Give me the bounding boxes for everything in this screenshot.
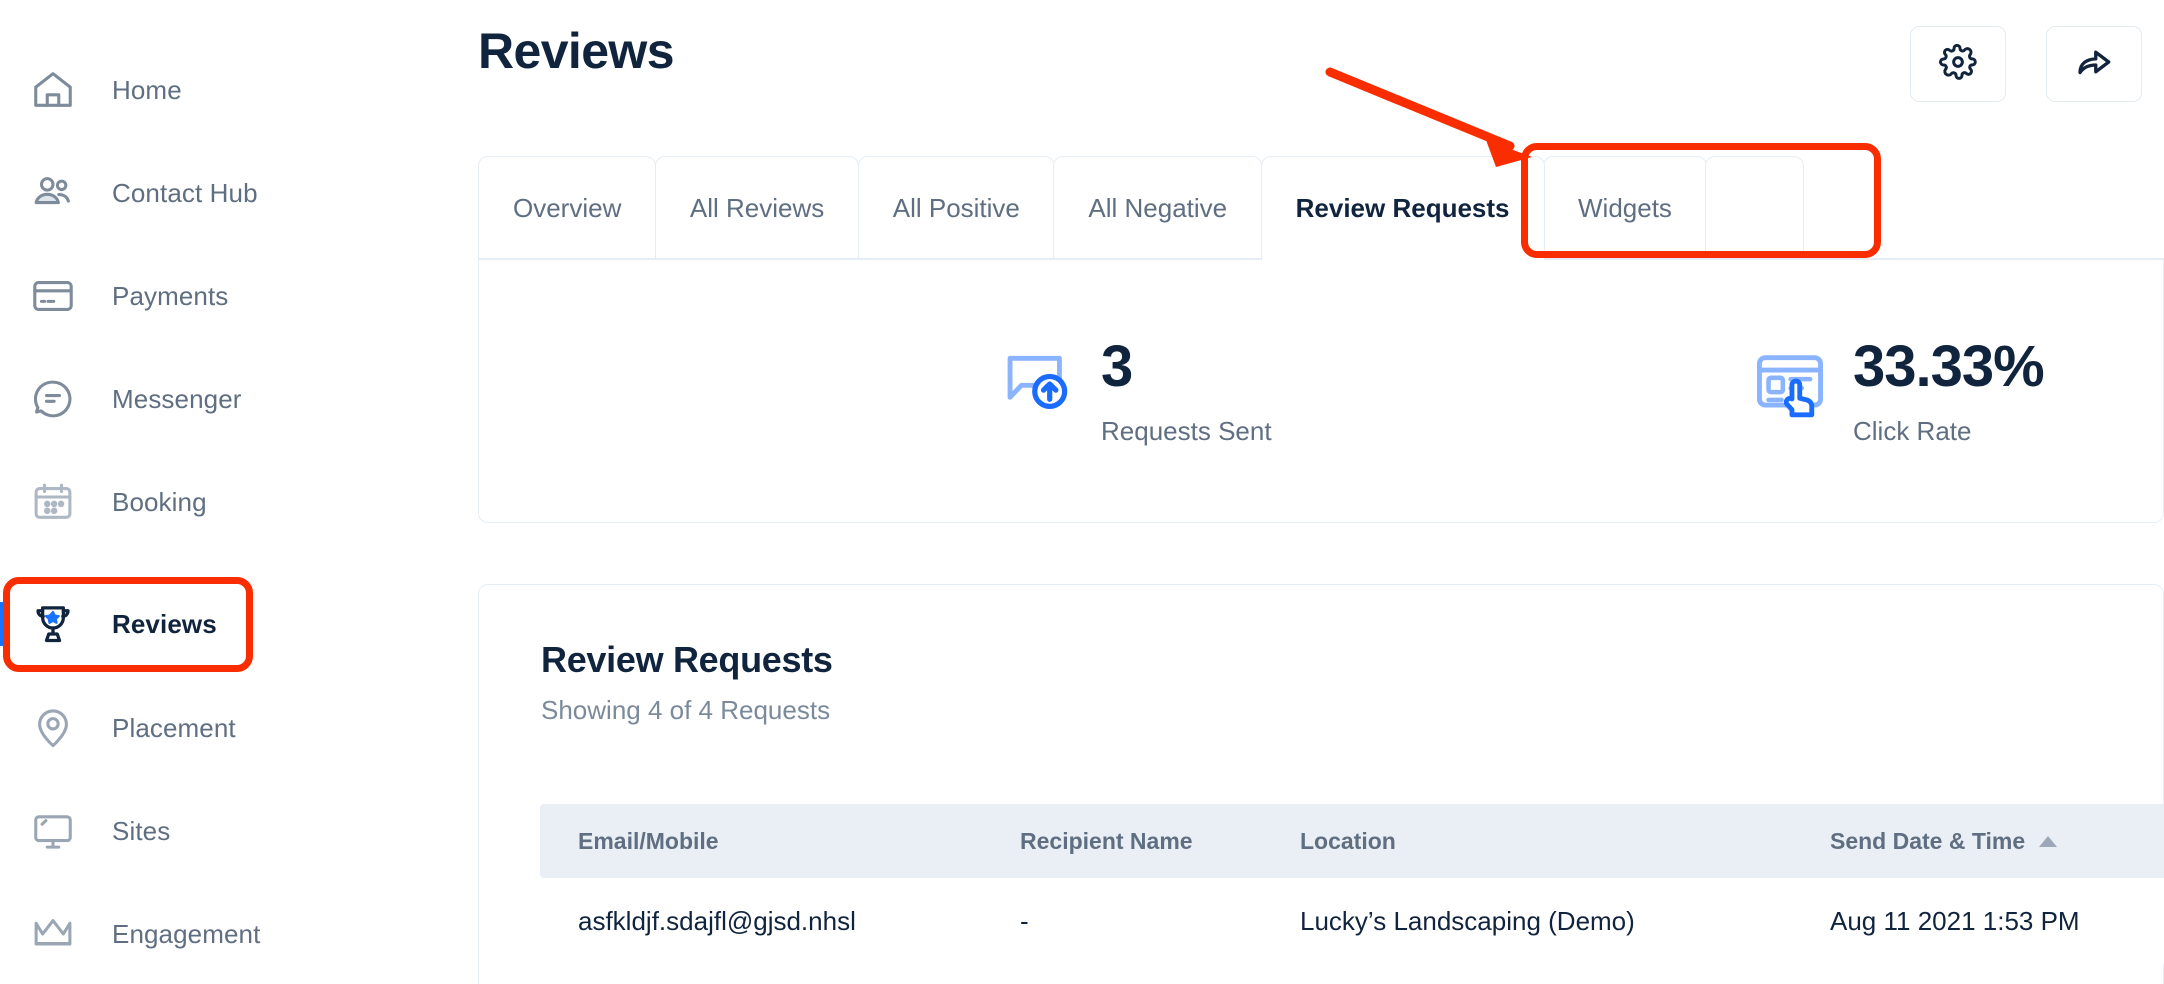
monitor-icon [22,800,84,862]
tab-overview[interactable]: Overview [478,156,657,260]
tab-all-negative[interactable]: All Negative [1053,156,1263,260]
stats-card: 3 Requests Sent 33.33% Click Rate [478,260,2164,523]
contacts-icon [22,162,84,224]
settings-button[interactable] [1910,26,2006,102]
table-row[interactable]: asfkldjf.sdajfl@gjsd.nhsl - Lucky’s Land… [540,878,2164,964]
sidebar-item-reviews[interactable]: Reviews [0,588,476,660]
column-header-email-mobile[interactable]: Email/Mobile [540,828,1020,855]
requests-subheading: Showing 4 of 4 Requests [541,695,831,725]
sidebar-item-label: Booking [112,486,207,517]
stat-label: Click Rate [1853,416,1972,446]
stat-click-rate: 33.33% Click Rate [1751,334,2045,447]
tab-label: All Negative [1088,193,1228,223]
sidebar: Home Contact Hub Payments Messenger Book [0,0,476,984]
stat-value: 33.33% [1853,334,2045,399]
column-header-recipient-name[interactable]: Recipient Name [1020,828,1300,855]
active-indicator-bar [0,602,8,646]
sidebar-item-placement[interactable]: Placement [0,692,476,764]
sidebar-item-booking[interactable]: Booking [0,466,476,538]
cell-send-date-time: Aug 11 2021 1:53 PM [1830,905,2080,936]
tab-label: Review Requests [1295,193,1510,223]
sidebar-item-label: Messenger [112,383,242,414]
message-send-icon [999,344,1077,422]
click-page-icon [1751,344,1829,422]
tab-widgets[interactable]: Widgets [1543,156,1707,260]
sidebar-item-label: Engagement [112,918,261,949]
sort-ascending-icon [2039,835,2058,847]
tab-all-positive[interactable]: All Positive [857,156,1055,260]
credit-card-icon [22,265,84,327]
tab-label: All Reviews [689,193,825,223]
calendar-icon [22,471,84,533]
gear-icon [1938,42,1978,87]
tab-label [1740,193,1769,224]
stat-value: 3 [1101,334,1133,399]
sidebar-item-home[interactable]: Home [0,54,476,126]
sidebar-item-payments[interactable]: Payments [0,260,476,332]
share-button[interactable] [2046,26,2142,102]
trophy-icon [22,593,84,655]
crown-icon [22,903,84,965]
reviews-page: Home Contact Hub Payments Messenger Book [0,0,2164,984]
page-title: Reviews [478,23,675,79]
tab-overflow-partial[interactable] [1705,156,1805,260]
sidebar-item-label: Payments [112,280,229,311]
tab-label: Widgets [1578,193,1672,223]
column-header-location[interactable]: Location [1300,828,1830,855]
sidebar-item-label: Placement [112,712,236,743]
chat-icon [22,368,84,430]
column-header-send-date-time[interactable]: Send Date & Time [1830,828,2160,855]
requests-table: Email/Mobile Recipient Name Location Sen… [540,804,2164,964]
cell-recipient-name: - [1020,905,1029,936]
cell-email-mobile: asfkldjf.sdajfl@gjsd.nhsl [578,905,856,936]
sidebar-item-label: Sites [112,815,171,846]
share-arrow-icon [2073,41,2115,88]
stat-label: Requests Sent [1101,416,1272,446]
cell-location: Lucky’s Landscaping (Demo) [1300,905,1635,936]
sidebar-item-label: Reviews [112,608,217,639]
sidebar-item-label: Contact Hub [112,177,258,208]
sidebar-item-messenger[interactable]: Messenger [0,363,476,435]
stat-requests-sent: 3 Requests Sent [999,338,1272,447]
table-header-row: Email/Mobile Recipient Name Location Sen… [540,804,2164,878]
sidebar-item-label: Home [112,74,182,105]
requests-heading: Review Requests [541,639,833,680]
sidebar-item-engagement[interactable]: Engagement [0,898,476,970]
sidebar-item-contact-hub[interactable]: Contact Hub [0,157,476,229]
sidebar-item-sites[interactable]: Sites [0,795,476,867]
tabs-bar: Overview All Reviews All Positive All Ne… [478,156,1805,260]
tab-label: Overview [513,193,622,223]
tab-label: All Positive [892,193,1020,223]
location-pin-icon [22,697,84,759]
tab-review-requests[interactable]: Review Requests [1260,156,1545,260]
home-icon [22,59,84,121]
tab-all-reviews[interactable]: All Reviews [654,156,860,260]
